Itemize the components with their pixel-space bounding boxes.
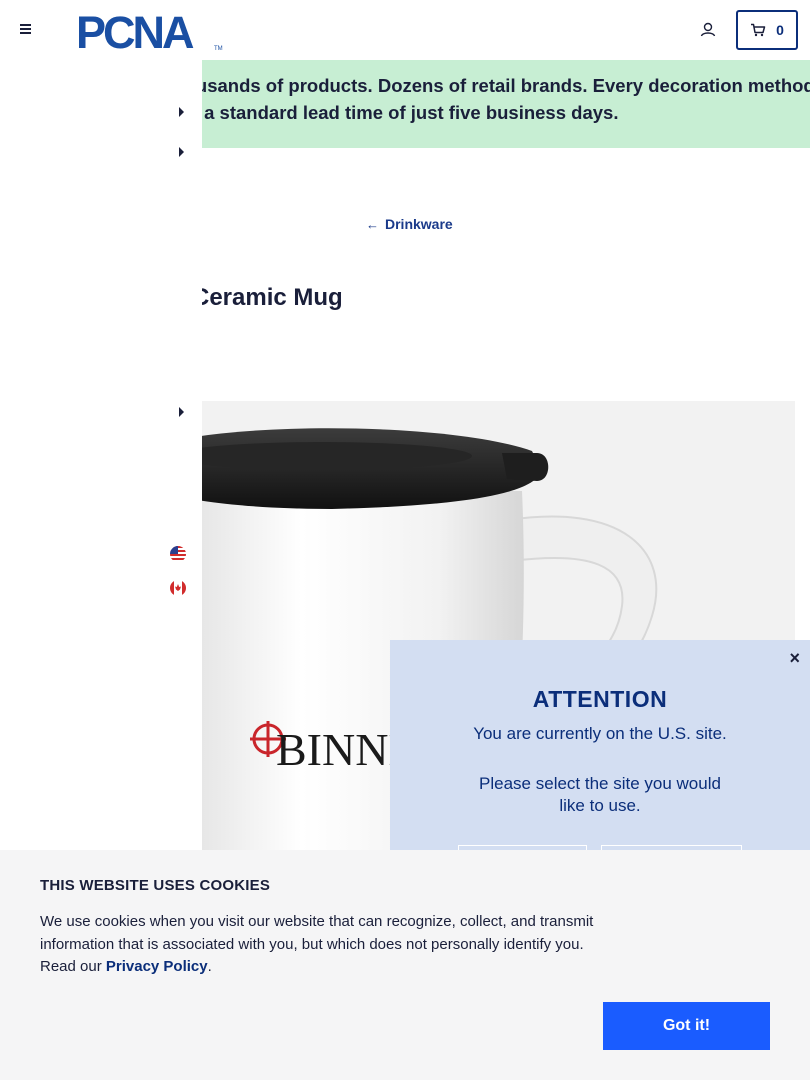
accept-cookies-button[interactable]: Got it! xyxy=(603,1002,770,1050)
expand-arrow-icon[interactable] xyxy=(179,147,184,157)
breadcrumb-back-link[interactable]: ← Drinkware xyxy=(366,216,453,232)
banner-line-2: with a standard lead time of just five b… xyxy=(202,102,619,123)
expand-arrow-icon[interactable] xyxy=(179,407,184,417)
promo-banner: Thousands of products. Dozens of retail … xyxy=(202,60,810,148)
breadcrumb-label: Drinkware xyxy=(385,216,453,232)
cookie-text: We use cookies when you visit our websit… xyxy=(40,913,594,975)
left-nav-rail xyxy=(0,60,202,850)
site-select-modal: × ATTENTION You are currently on the U.S… xyxy=(390,640,810,865)
cookie-title: THIS WEBSITE USES COOKIES xyxy=(40,877,271,894)
modal-current-site: You are currently on the U.S. site. xyxy=(473,724,727,743)
account-icon[interactable] xyxy=(698,20,718,40)
cart-button[interactable]: 0 xyxy=(736,10,798,50)
modal-select-prompt: Please select the site you would like to… xyxy=(479,774,721,815)
svg-text:TM: TM xyxy=(214,46,223,52)
expand-arrow-icon[interactable] xyxy=(179,107,184,117)
cookie-banner: THIS WEBSITE USES COOKIES We use cookies… xyxy=(0,850,810,1080)
hamburger-menu-icon[interactable] xyxy=(20,22,36,38)
cart-icon xyxy=(751,23,766,37)
close-icon[interactable]: × xyxy=(789,648,800,669)
canada-flag-icon[interactable] xyxy=(170,580,186,596)
pcna-logo[interactable]: PCNA TM xyxy=(76,7,224,58)
arrow-left-icon: ← xyxy=(366,216,379,232)
svg-text:PCNA: PCNA xyxy=(76,8,194,52)
site-header: PCNA TM 0 xyxy=(0,0,810,60)
us-flag-icon[interactable] xyxy=(170,546,186,562)
product-title: Ceramic Mug xyxy=(192,284,343,311)
cart-count: 0 xyxy=(776,22,784,38)
modal-title: ATTENTION xyxy=(532,686,668,712)
privacy-policy-link[interactable]: Privacy Policy xyxy=(106,958,208,975)
banner-line-1: Thousands of products. Dozens of retail … xyxy=(202,75,810,96)
